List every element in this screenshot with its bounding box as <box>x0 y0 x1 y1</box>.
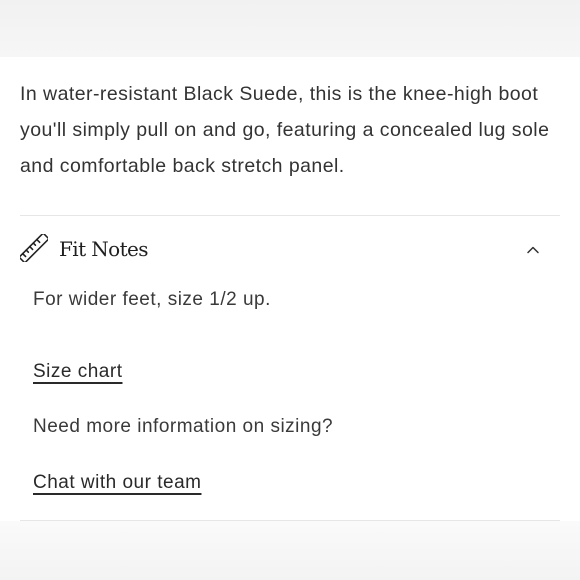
sizing-help-question: Need more information on sizing? <box>33 416 334 437</box>
fit-notes-accordion-header[interactable]: Fit Notes <box>18 230 560 270</box>
fit-notes-title: Fit Notes <box>59 237 149 261</box>
section-divider <box>20 215 560 216</box>
top-section-background <box>0 0 580 57</box>
chevron-up-icon[interactable] <box>525 242 541 258</box>
fit-note-text: For wider feet, size 1/2 up. <box>33 289 271 310</box>
product-description: In water-resistant Black Suede, this is … <box>20 83 550 177</box>
ruler-icon <box>18 232 50 264</box>
bottom-section-background <box>0 521 580 580</box>
size-chart-link[interactable]: Size chart <box>33 359 122 385</box>
chat-with-team-link[interactable]: Chat with our team <box>33 470 201 496</box>
